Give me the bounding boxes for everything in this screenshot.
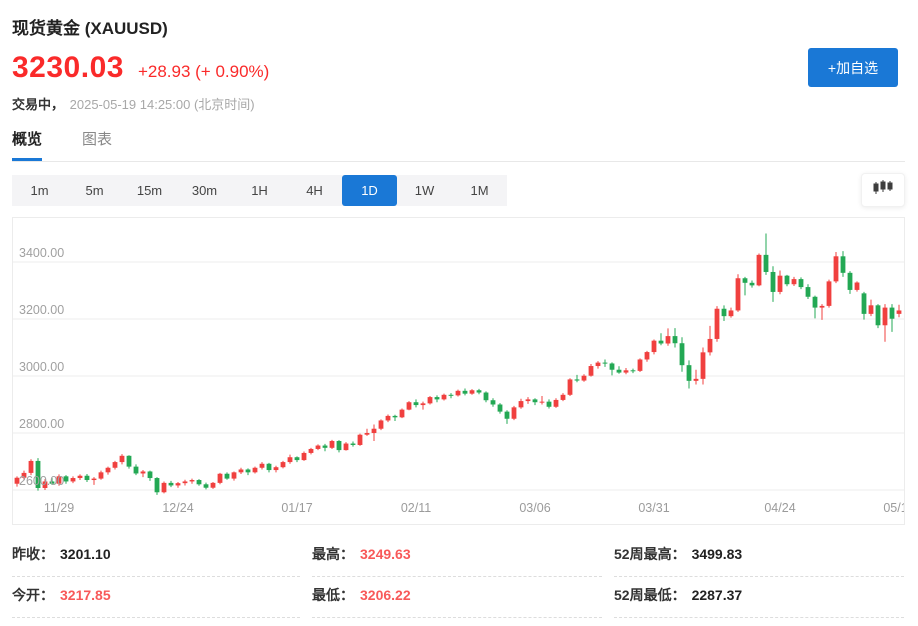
svg-text:2800.00: 2800.00 [19,417,64,431]
range-button-5m[interactable]: 5m [67,175,122,206]
stat-value: 3249.63 [360,546,411,562]
quote-timestamp: 2025-05-19 14:25:00 (北京时间) [70,97,255,112]
trading-status: 交易中， [12,97,64,112]
range-button-4H[interactable]: 4H [287,175,342,206]
range-button-1M[interactable]: 1M [452,175,507,206]
svg-text:12/24: 12/24 [162,501,193,515]
svg-text:03/06: 03/06 [519,501,550,515]
price-row: 3230.03 +28.93 (+ 0.90%) [12,51,906,85]
add-watchlist-button[interactable]: +加自选 [808,48,898,87]
stat-item: 昨收： 3201.10 [12,536,300,577]
svg-text:11/29: 11/29 [44,501,74,515]
last-price: 3230.03 [12,51,124,85]
range-button-1m[interactable]: 1m [12,175,67,206]
status-row: 交易中， 2025-05-19 14:25:00 (北京时间) [12,94,906,113]
tab-overview[interactable]: 概览 [12,128,42,161]
stat-value: 3217.85 [60,587,111,603]
range-button-1W[interactable]: 1W [397,175,452,206]
stat-item: 今开： 3217.85 [12,577,300,618]
candlestick-icon [872,179,894,202]
stat-item: 最高： 3249.63 [312,536,602,577]
stat-item: 最低： 3206.22 [312,577,602,618]
stat-label: 今开： [12,587,54,603]
stat-item: 52周最高： 3499.83 [614,536,904,577]
instrument-title: 现货黄金 (XAUUSD) [12,14,906,39]
time-range-group: 1m5m15m30m1H4H1D1W1M [12,175,507,206]
svg-text:04/24: 04/24 [764,501,795,515]
chart-svg: 3400.00 3200.00 3000.00 2800.00 2600.00 11/29… [13,218,904,524]
candlestick-chart[interactable]: 3400.00 3200.00 3000.00 2800.00 2600.00 11/29… [12,217,905,525]
stat-label: 最低： [312,587,354,603]
svg-text:02/11: 02/11 [401,501,431,515]
stat-value: 3499.83 [692,546,743,562]
chart-toolbar: 1m5m15m30m1H4H1D1W1M [12,173,905,207]
svg-text:03/31: 03/31 [638,501,669,515]
tab-chart[interactable]: 图表 [82,128,112,161]
svg-text:05/19: 05/19 [883,501,904,515]
svg-text:3400.00: 3400.00 [19,246,64,260]
svg-text:3000.00: 3000.00 [19,360,64,374]
stat-value: 3206.22 [360,587,411,603]
svg-text:2600.00: 2600.00 [19,474,64,488]
range-button-30m[interactable]: 30m [177,175,232,206]
stat-label: 52周最低： [614,587,686,603]
header: 现货黄金 (XAUUSD) 3230.03 +28.93 (+ 0.90%) 交… [0,0,918,113]
svg-text:01/17: 01/17 [281,501,312,515]
range-button-1H[interactable]: 1H [232,175,287,206]
stat-label: 52周最高： [614,546,686,562]
range-button-15m[interactable]: 15m [122,175,177,206]
svg-text:3200.00: 3200.00 [19,303,64,317]
tab-bar: 概览 图表 [12,128,905,162]
stats-grid: 昨收： 3201.10 最高： 3249.63 52周最高： 3499.83 今开： 3217… [12,536,905,618]
stat-label: 最高： [312,546,354,562]
stat-value: 3201.10 [60,546,111,562]
stat-value: 2287.37 [692,587,743,603]
range-button-1D[interactable]: 1D [342,175,397,206]
stat-item: 52周最低： 2287.37 [614,577,904,618]
price-change: +28.93 (+ 0.90%) [138,62,269,82]
stat-label: 昨收： [12,546,54,562]
chart-type-button[interactable] [861,173,905,207]
